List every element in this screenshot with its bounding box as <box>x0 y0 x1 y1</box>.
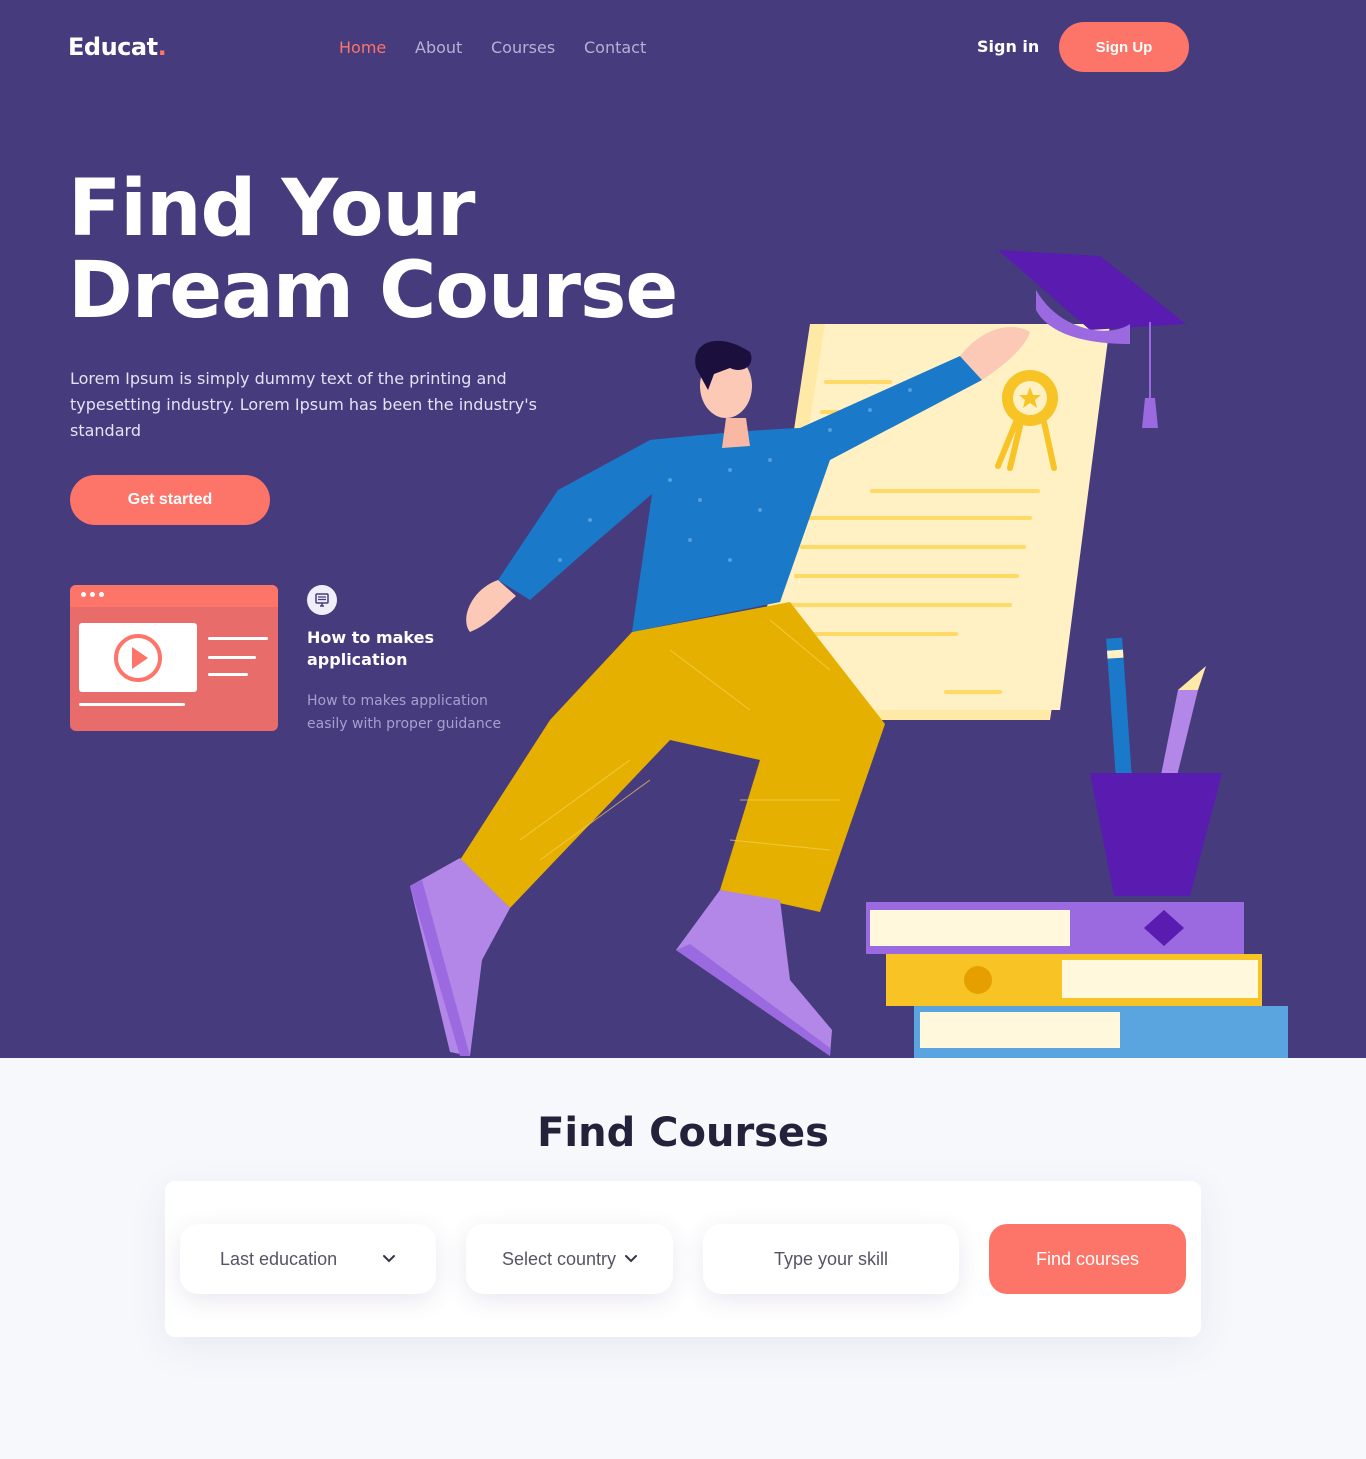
play-icon[interactable] <box>111 631 165 685</box>
video-card[interactable] <box>70 585 278 731</box>
nav-home[interactable]: Home <box>339 38 386 57</box>
country-select[interactable]: Select country <box>466 1224 673 1294</box>
logo[interactable]: Educat. <box>68 33 167 61</box>
education-select-label: Last education <box>220 1248 338 1269</box>
nav-contact[interactable]: Contact <box>584 38 646 57</box>
chevron-down-icon <box>625 1255 637 1263</box>
skill-field[interactable] <box>703 1224 959 1294</box>
education-select[interactable]: Last education <box>180 1224 436 1294</box>
student-graduation-illustration <box>410 250 1288 1058</box>
books-stack-icon <box>866 902 1288 1058</box>
sign-in-link[interactable]: Sign in <box>977 37 1039 56</box>
pencil-cup-icon <box>1090 637 1222 896</box>
nav-about[interactable]: About <box>415 38 462 57</box>
progress-line-icon <box>79 703 185 706</box>
hero-section: Educat. Home About Courses Contact Sign … <box>0 0 1366 1058</box>
find-courses-button[interactable]: Find courses <box>989 1224 1186 1294</box>
chevron-down-icon <box>383 1255 395 1263</box>
get-started-button[interactable]: Get started <box>70 475 270 525</box>
skill-input[interactable] <box>703 1248 959 1270</box>
text-line-icon <box>208 673 248 676</box>
text-line-icon <box>208 637 268 640</box>
text-line-icon <box>208 656 256 659</box>
monitor-icon <box>307 585 337 615</box>
logo-text: Educat <box>68 33 158 61</box>
sign-up-button[interactable]: Sign Up <box>1059 22 1189 72</box>
video-screen[interactable] <box>79 623 197 692</box>
nav-courses[interactable]: Courses <box>491 38 555 57</box>
window-dots-icon <box>81 592 104 597</box>
logo-dot: . <box>157 33 167 61</box>
find-courses-title: Find Courses <box>537 1110 829 1156</box>
country-select-label: Select country <box>502 1248 617 1269</box>
